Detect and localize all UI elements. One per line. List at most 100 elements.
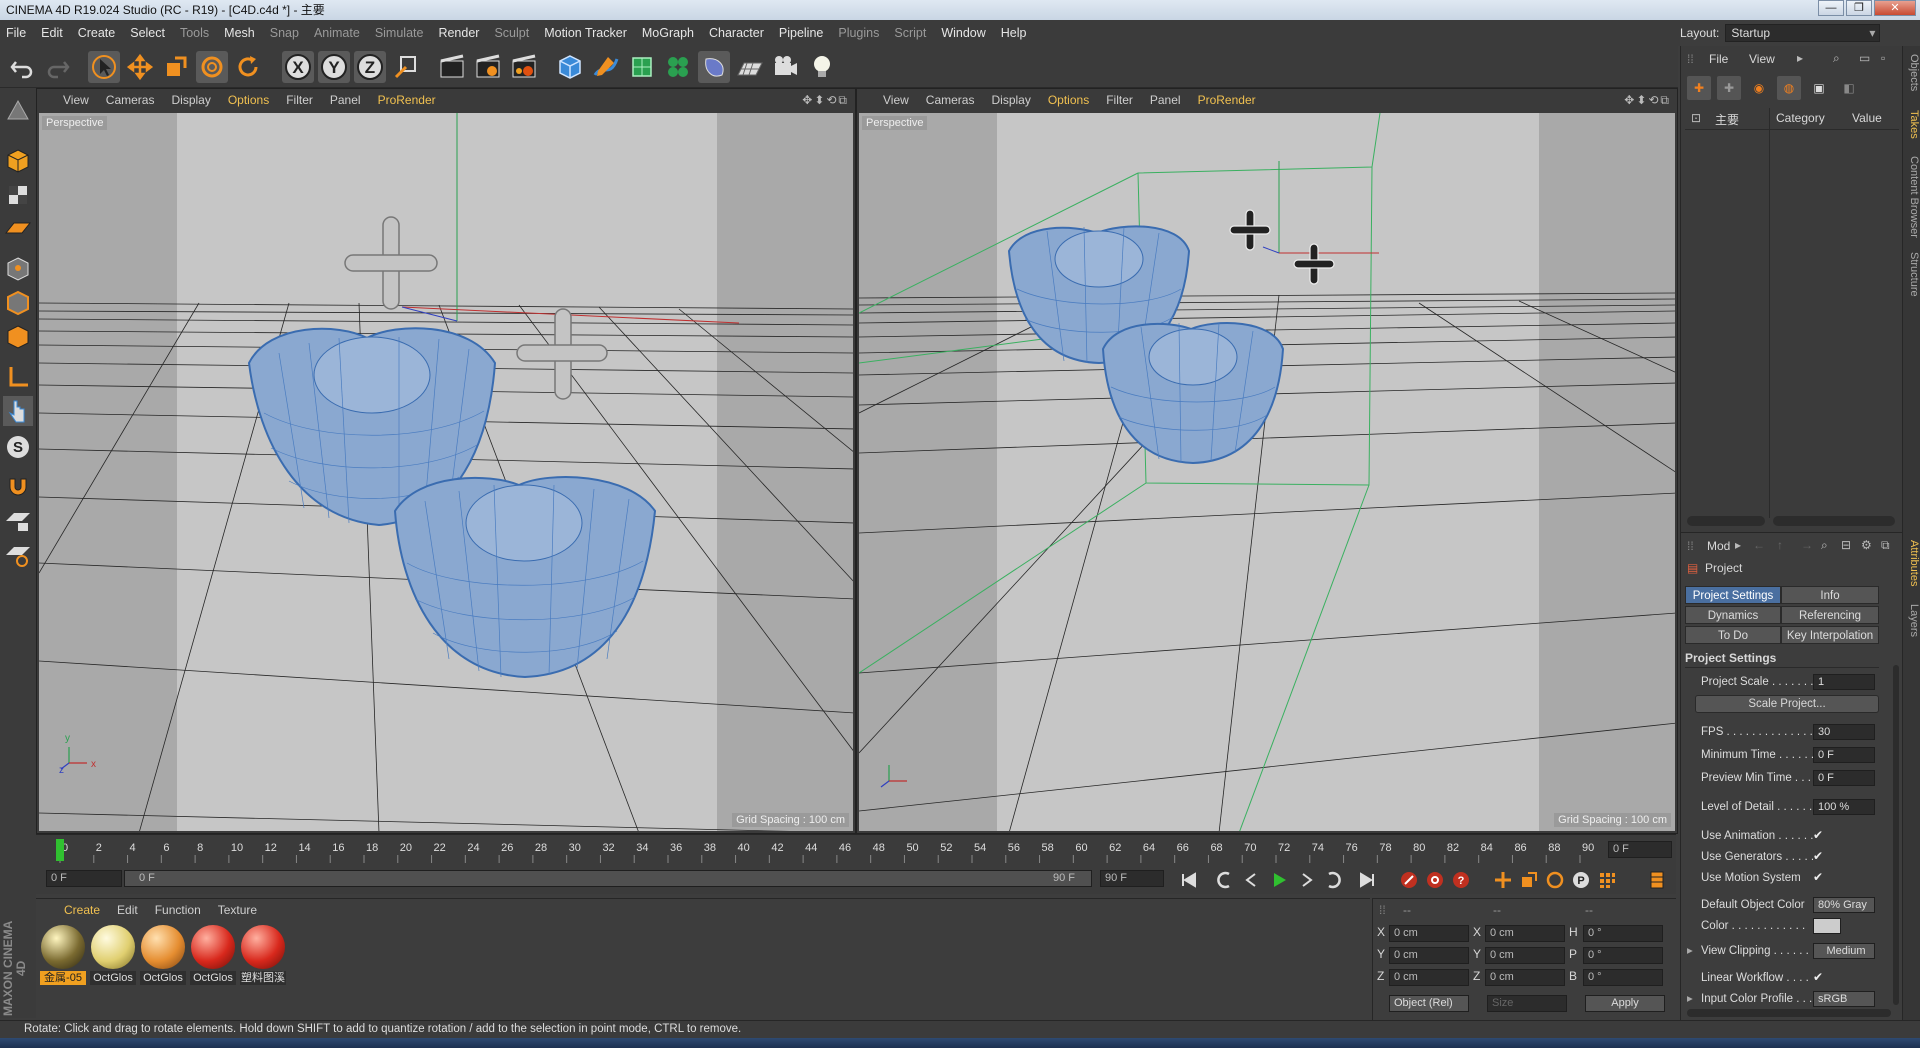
record-keys-icon[interactable]: [1398, 869, 1420, 891]
menu-sculpt[interactable]: Sculpt: [494, 26, 529, 40]
linear-workflow-checkbox[interactable]: ✔: [1813, 970, 1827, 984]
vp1-menu-cameras[interactable]: Cameras: [106, 93, 155, 107]
min-time-field[interactable]: 0 F: [1813, 747, 1875, 763]
polygons-mode-icon[interactable]: [3, 322, 33, 352]
planar-workplane-icon[interactable]: [3, 540, 33, 570]
size-y-field[interactable]: 0 cm: [1485, 947, 1565, 964]
material-swatch[interactable]: 塑料图溪: [240, 925, 286, 987]
viewport-right-canvas[interactable]: Perspective Grid Spacing : 100 cm: [859, 113, 1675, 831]
menu-snap[interactable]: Snap: [270, 26, 299, 40]
side-tab-content-browser[interactable]: Content Browser: [1904, 156, 1920, 238]
lock-workplane-icon[interactable]: [3, 506, 33, 536]
size-z-field[interactable]: 0 cm: [1485, 969, 1565, 986]
go-to-start-icon[interactable]: [1178, 869, 1200, 891]
size-x-field[interactable]: 0 cm: [1485, 925, 1565, 942]
key-position-icon[interactable]: [1492, 869, 1514, 891]
key-rotation-icon[interactable]: [1544, 869, 1566, 891]
material-swatch[interactable]: OctGlos: [140, 925, 186, 987]
render-settings-icon[interactable]: [508, 51, 540, 83]
vp1-navigation-icons[interactable]: ✥⬍⟲⧉: [802, 93, 849, 108]
take-tree-icon[interactable]: ⊡: [1691, 111, 1701, 125]
vp1-menu-display[interactable]: Display: [171, 93, 210, 107]
vp2-navigation-icons[interactable]: ✥⬍⟲⧉: [1624, 93, 1671, 108]
end-frame-field[interactable]: 90 F: [1100, 870, 1164, 887]
attr-hscrollbar[interactable]: [1687, 1009, 1891, 1017]
lod-field[interactable]: 100 %: [1813, 799, 1875, 815]
material-swatch[interactable]: OctGlos: [190, 925, 236, 987]
key-pla-icon[interactable]: [1596, 869, 1618, 891]
expand-arrow-icon[interactable]: ▸: [1687, 942, 1693, 960]
use-generators-checkbox[interactable]: ✔: [1813, 849, 1827, 863]
menu-pipeline[interactable]: Pipeline: [779, 26, 823, 40]
menu-tools[interactable]: Tools: [180, 26, 209, 40]
vp1-menu-panel[interactable]: Panel: [330, 93, 361, 107]
points-mode-icon[interactable]: [3, 254, 33, 284]
material-menu-edit[interactable]: Edit: [117, 903, 138, 917]
take-render-icon[interactable]: ▣: [1807, 76, 1831, 100]
recent-tool-icon[interactable]: [232, 51, 264, 83]
rotation-p-field[interactable]: 0 °: [1583, 947, 1663, 964]
side-tab-attributes[interactable]: Attributes: [1904, 540, 1920, 586]
attr-mode-menu[interactable]: Mod: [1707, 539, 1730, 553]
maximize-button[interactable]: ❐: [1846, 0, 1872, 16]
vp2-menu-display[interactable]: Display: [991, 93, 1030, 107]
color-swatch[interactable]: [1813, 918, 1841, 934]
cloner-icon[interactable]: [662, 51, 694, 83]
coord-size-dropdown[interactable]: Size: [1487, 995, 1567, 1012]
tab-key-interpolation[interactable]: Key Interpolation: [1781, 626, 1879, 644]
tab-dynamics[interactable]: Dynamics: [1685, 606, 1781, 624]
apply-button[interactable]: Apply: [1585, 995, 1665, 1012]
menu-plugins[interactable]: Plugins: [838, 26, 879, 40]
rotation-h-field[interactable]: 0 °: [1583, 925, 1663, 942]
next-key-icon[interactable]: [1322, 869, 1344, 891]
close-button[interactable]: ✕: [1874, 0, 1916, 16]
live-selection-icon[interactable]: [88, 51, 120, 83]
redo-icon[interactable]: [42, 51, 74, 83]
prev-key-icon[interactable]: [1214, 869, 1236, 891]
side-tab-objects[interactable]: Objects: [1904, 54, 1920, 91]
layout-dropdown[interactable]: Startup: [1725, 24, 1881, 42]
rotate-icon[interactable]: [196, 51, 228, 83]
category-column-header[interactable]: Category: [1776, 111, 1825, 125]
floor-icon[interactable]: [734, 51, 766, 83]
take-root-label[interactable]: 主要: [1715, 111, 1739, 128]
input-color-profile-dropdown[interactable]: sRGB: [1813, 991, 1875, 1007]
viewport-left-canvas[interactable]: z y x Perspective Grid Spacing : 100 cm: [39, 113, 853, 831]
start-frame-field[interactable]: 0 F: [46, 870, 122, 887]
take-add-icon[interactable]: ✚: [1687, 76, 1711, 100]
tab-project-settings[interactable]: Project Settings: [1685, 586, 1781, 604]
menu-render[interactable]: Render: [438, 26, 479, 40]
attr-vscrollbar[interactable]: [1893, 665, 1899, 1005]
objects-maximize-icon[interactable]: ▫: [1881, 51, 1885, 65]
expand-arrow-icon[interactable]: ▸: [1687, 990, 1693, 1008]
objects-hscrollbar-left[interactable]: [1687, 516, 1765, 526]
preview-min-field[interactable]: 0 F: [1813, 770, 1875, 786]
rotation-b-field[interactable]: 0 °: [1583, 969, 1663, 986]
value-column-header[interactable]: Value: [1852, 111, 1882, 125]
play-icon[interactable]: [1268, 869, 1290, 891]
menu-character[interactable]: Character: [709, 26, 764, 40]
minimize-button[interactable]: —: [1818, 0, 1844, 16]
z-axis-button[interactable]: Z: [354, 51, 386, 83]
tab-info[interactable]: Info: [1781, 586, 1879, 604]
prev-frame-icon[interactable]: [1240, 869, 1262, 891]
subdivision-surface-icon[interactable]: [626, 51, 658, 83]
vp2-menu-view[interactable]: View: [883, 93, 909, 107]
keyframe-selection-icon[interactable]: ?: [1450, 869, 1472, 891]
menu-create[interactable]: Create: [78, 26, 116, 40]
use-motion-system-checkbox[interactable]: ✔: [1813, 870, 1827, 884]
move-icon[interactable]: [124, 51, 156, 83]
menu-edit[interactable]: Edit: [41, 26, 63, 40]
y-axis-button[interactable]: Y: [318, 51, 350, 83]
x-axis-button[interactable]: X: [282, 51, 314, 83]
fps-field[interactable]: 30: [1813, 724, 1875, 740]
timeline-window-icon[interactable]: [1646, 869, 1668, 891]
current-frame-field[interactable]: 0 F: [1608, 841, 1672, 858]
attr-more-icon[interactable]: ▸: [1735, 538, 1741, 552]
menu-file[interactable]: File: [6, 26, 26, 40]
light-icon[interactable]: [806, 51, 838, 83]
material-menu-texture[interactable]: Texture: [218, 903, 257, 917]
vp2-menu-options[interactable]: Options: [1048, 93, 1089, 107]
menu-script[interactable]: Script: [894, 26, 926, 40]
objects-menu-file[interactable]: File: [1709, 52, 1728, 66]
